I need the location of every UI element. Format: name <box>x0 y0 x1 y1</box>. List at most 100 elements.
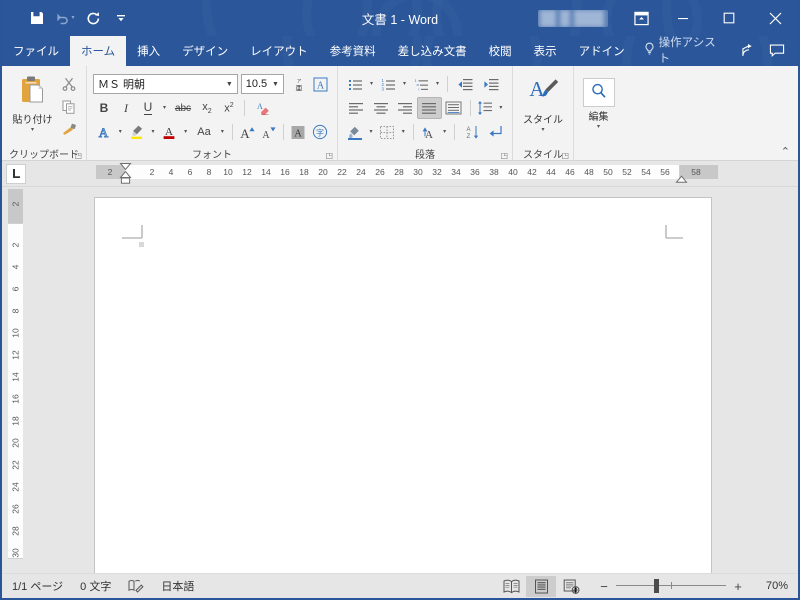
proofing-errors-icon[interactable] <box>128 579 144 593</box>
styles-dialog-launcher[interactable]: ◳ <box>561 151 569 160</box>
justify-button[interactable] <box>417 97 442 119</box>
read-mode-button[interactable] <box>496 576 526 597</box>
customize-qat-icon[interactable] <box>108 6 134 30</box>
clipboard-dialog-launcher[interactable]: ◳ <box>74 151 82 160</box>
tab-mailings[interactable]: 差し込み文書 <box>387 36 478 66</box>
align-right-button[interactable] <box>393 97 417 119</box>
print-layout-button[interactable] <box>526 575 556 597</box>
share-icon[interactable] <box>736 37 762 63</box>
zoom-slider-thumb[interactable] <box>654 579 659 593</box>
numbering-dropdown[interactable]: ▾ <box>399 73 410 95</box>
tab-stop-selector[interactable] <box>2 161 30 186</box>
tab-references[interactable]: 参考資料 <box>319 36 387 66</box>
zoom-in-button[interactable]: + <box>732 579 744 594</box>
paragraph-dialog-launcher[interactable]: ◳ <box>500 151 508 160</box>
maximize-button[interactable] <box>706 0 752 36</box>
right-indent-marker[interactable] <box>675 175 688 185</box>
document-page[interactable] <box>94 197 712 573</box>
minimize-button[interactable] <box>660 0 706 36</box>
first-line-indent-marker[interactable] <box>119 162 132 184</box>
zoom-out-button[interactable]: − <box>598 579 610 594</box>
line-spacing-button[interactable] <box>475 97 496 119</box>
copy-button[interactable] <box>58 96 80 118</box>
superscript-button[interactable]: x2 <box>218 97 240 119</box>
shading-button[interactable] <box>344 121 366 143</box>
grow-font-button[interactable]: A <box>237 121 259 143</box>
zoom-level-label[interactable]: 70% <box>750 580 788 592</box>
language-indicator[interactable]: 日本語 <box>161 578 194 594</box>
underline-dropdown[interactable]: ▾ <box>159 97 170 119</box>
multilevel-list-button[interactable]: 1ai <box>410 73 432 95</box>
user-account-name[interactable] <box>538 9 608 27</box>
save-icon[interactable] <box>24 6 50 30</box>
redo-icon[interactable] <box>80 6 106 30</box>
show-marks-button[interactable] <box>484 121 506 143</box>
cut-button[interactable] <box>58 73 80 95</box>
zoom-slider[interactable] <box>616 579 726 593</box>
font-dialog-launcher[interactable]: ◳ <box>325 151 333 160</box>
asian-layout-dropdown[interactable]: ▾ <box>439 121 450 143</box>
tab-design[interactable]: デザイン <box>171 36 239 66</box>
line-spacing-dropdown[interactable]: ▾ <box>496 97 506 119</box>
bullets-button[interactable] <box>344 73 366 95</box>
underline-button[interactable]: U <box>137 97 159 119</box>
bold-button[interactable]: B <box>93 97 115 119</box>
sort-button[interactable]: AZ <box>459 121 484 143</box>
word-count[interactable]: 0 文字 <box>80 578 111 594</box>
font-color-button[interactable]: A <box>158 121 180 143</box>
character-shading-button[interactable]: A <box>287 121 309 143</box>
font-name-combobox[interactable]: ＭＳ 明朝 ▼ <box>93 74 238 94</box>
align-left-button[interactable] <box>344 97 368 119</box>
highlight-dropdown[interactable]: ▾ <box>148 121 159 143</box>
numbering-button[interactable]: 123 <box>377 73 399 95</box>
format-painter-button[interactable] <box>58 119 80 141</box>
shrink-font-button[interactable]: A <box>259 121 281 143</box>
subscript-button[interactable]: x2 <box>196 97 218 119</box>
borders-button[interactable] <box>376 121 398 143</box>
horizontal-ruler[interactable]: 2 2 4 6 8 10 12 14 16 18 20 22 24 26 28 … <box>30 161 798 186</box>
document-canvas[interactable] <box>30 187 798 573</box>
v-ruler-tick: 24 <box>10 482 21 492</box>
editing-button[interactable]: 編集 ▾ <box>580 71 617 137</box>
bullets-dropdown[interactable]: ▾ <box>366 73 377 95</box>
page-info[interactable]: 1/1 ページ <box>12 578 63 594</box>
undo-icon[interactable]: ▾ <box>52 6 78 30</box>
comment-icon[interactable] <box>764 37 790 63</box>
font-size-combobox[interactable]: 10.5 ▼ <box>240 74 284 94</box>
phonetic-guide-button[interactable]: ア亜 <box>288 73 310 95</box>
increase-indent-button[interactable] <box>478 73 504 95</box>
align-center-button[interactable] <box>368 97 392 119</box>
distribute-button[interactable] <box>442 97 466 119</box>
ribbon-display-options-icon[interactable] <box>622 3 660 33</box>
tab-layout[interactable]: レイアウト <box>239 36 319 66</box>
tab-insert[interactable]: 挿入 <box>126 36 171 66</box>
highlight-color-button[interactable] <box>126 121 148 143</box>
italic-button[interactable]: I <box>115 97 137 119</box>
tab-review[interactable]: 校閲 <box>478 36 523 66</box>
enclose-characters-button[interactable]: 字 <box>309 121 331 143</box>
collapse-ribbon-button[interactable]: ⌃ <box>781 145 790 158</box>
change-case-button[interactable]: Aa <box>191 121 217 143</box>
tab-addins[interactable]: アドイン <box>568 36 636 66</box>
tab-view[interactable]: 表示 <box>523 36 568 66</box>
tab-home[interactable]: ホーム <box>70 36 127 66</box>
strikethrough-button[interactable]: abc <box>170 97 196 119</box>
asian-layout-button[interactable]: A <box>418 121 440 143</box>
tab-file[interactable]: ファイル <box>2 36 70 66</box>
character-border-button[interactable]: A <box>309 73 331 95</box>
paste-button[interactable]: 貼り付け ▾ <box>8 71 57 137</box>
vertical-ruler[interactable]: 2 2 4 6 8 10 12 14 16 18 20 22 24 26 28 … <box>2 187 30 573</box>
clear-formatting-button[interactable]: A <box>249 97 275 119</box>
font-color-dropdown[interactable]: ▾ <box>180 121 191 143</box>
borders-dropdown[interactable]: ▾ <box>398 121 409 143</box>
multilevel-dropdown[interactable]: ▾ <box>432 73 443 95</box>
text-effects-dropdown[interactable]: ▾ <box>115 121 126 143</box>
web-layout-button[interactable] <box>556 576 586 597</box>
decrease-indent-button[interactable] <box>452 73 478 95</box>
close-button[interactable] <box>752 0 798 36</box>
styles-button[interactable]: A スタイル ▾ <box>519 71 567 137</box>
shading-dropdown[interactable]: ▾ <box>366 121 377 143</box>
change-case-dropdown[interactable]: ▾ <box>217 121 228 143</box>
tell-me-box[interactable]: 操作アシスト <box>636 34 735 66</box>
text-effects-button[interactable]: A <box>93 121 115 143</box>
